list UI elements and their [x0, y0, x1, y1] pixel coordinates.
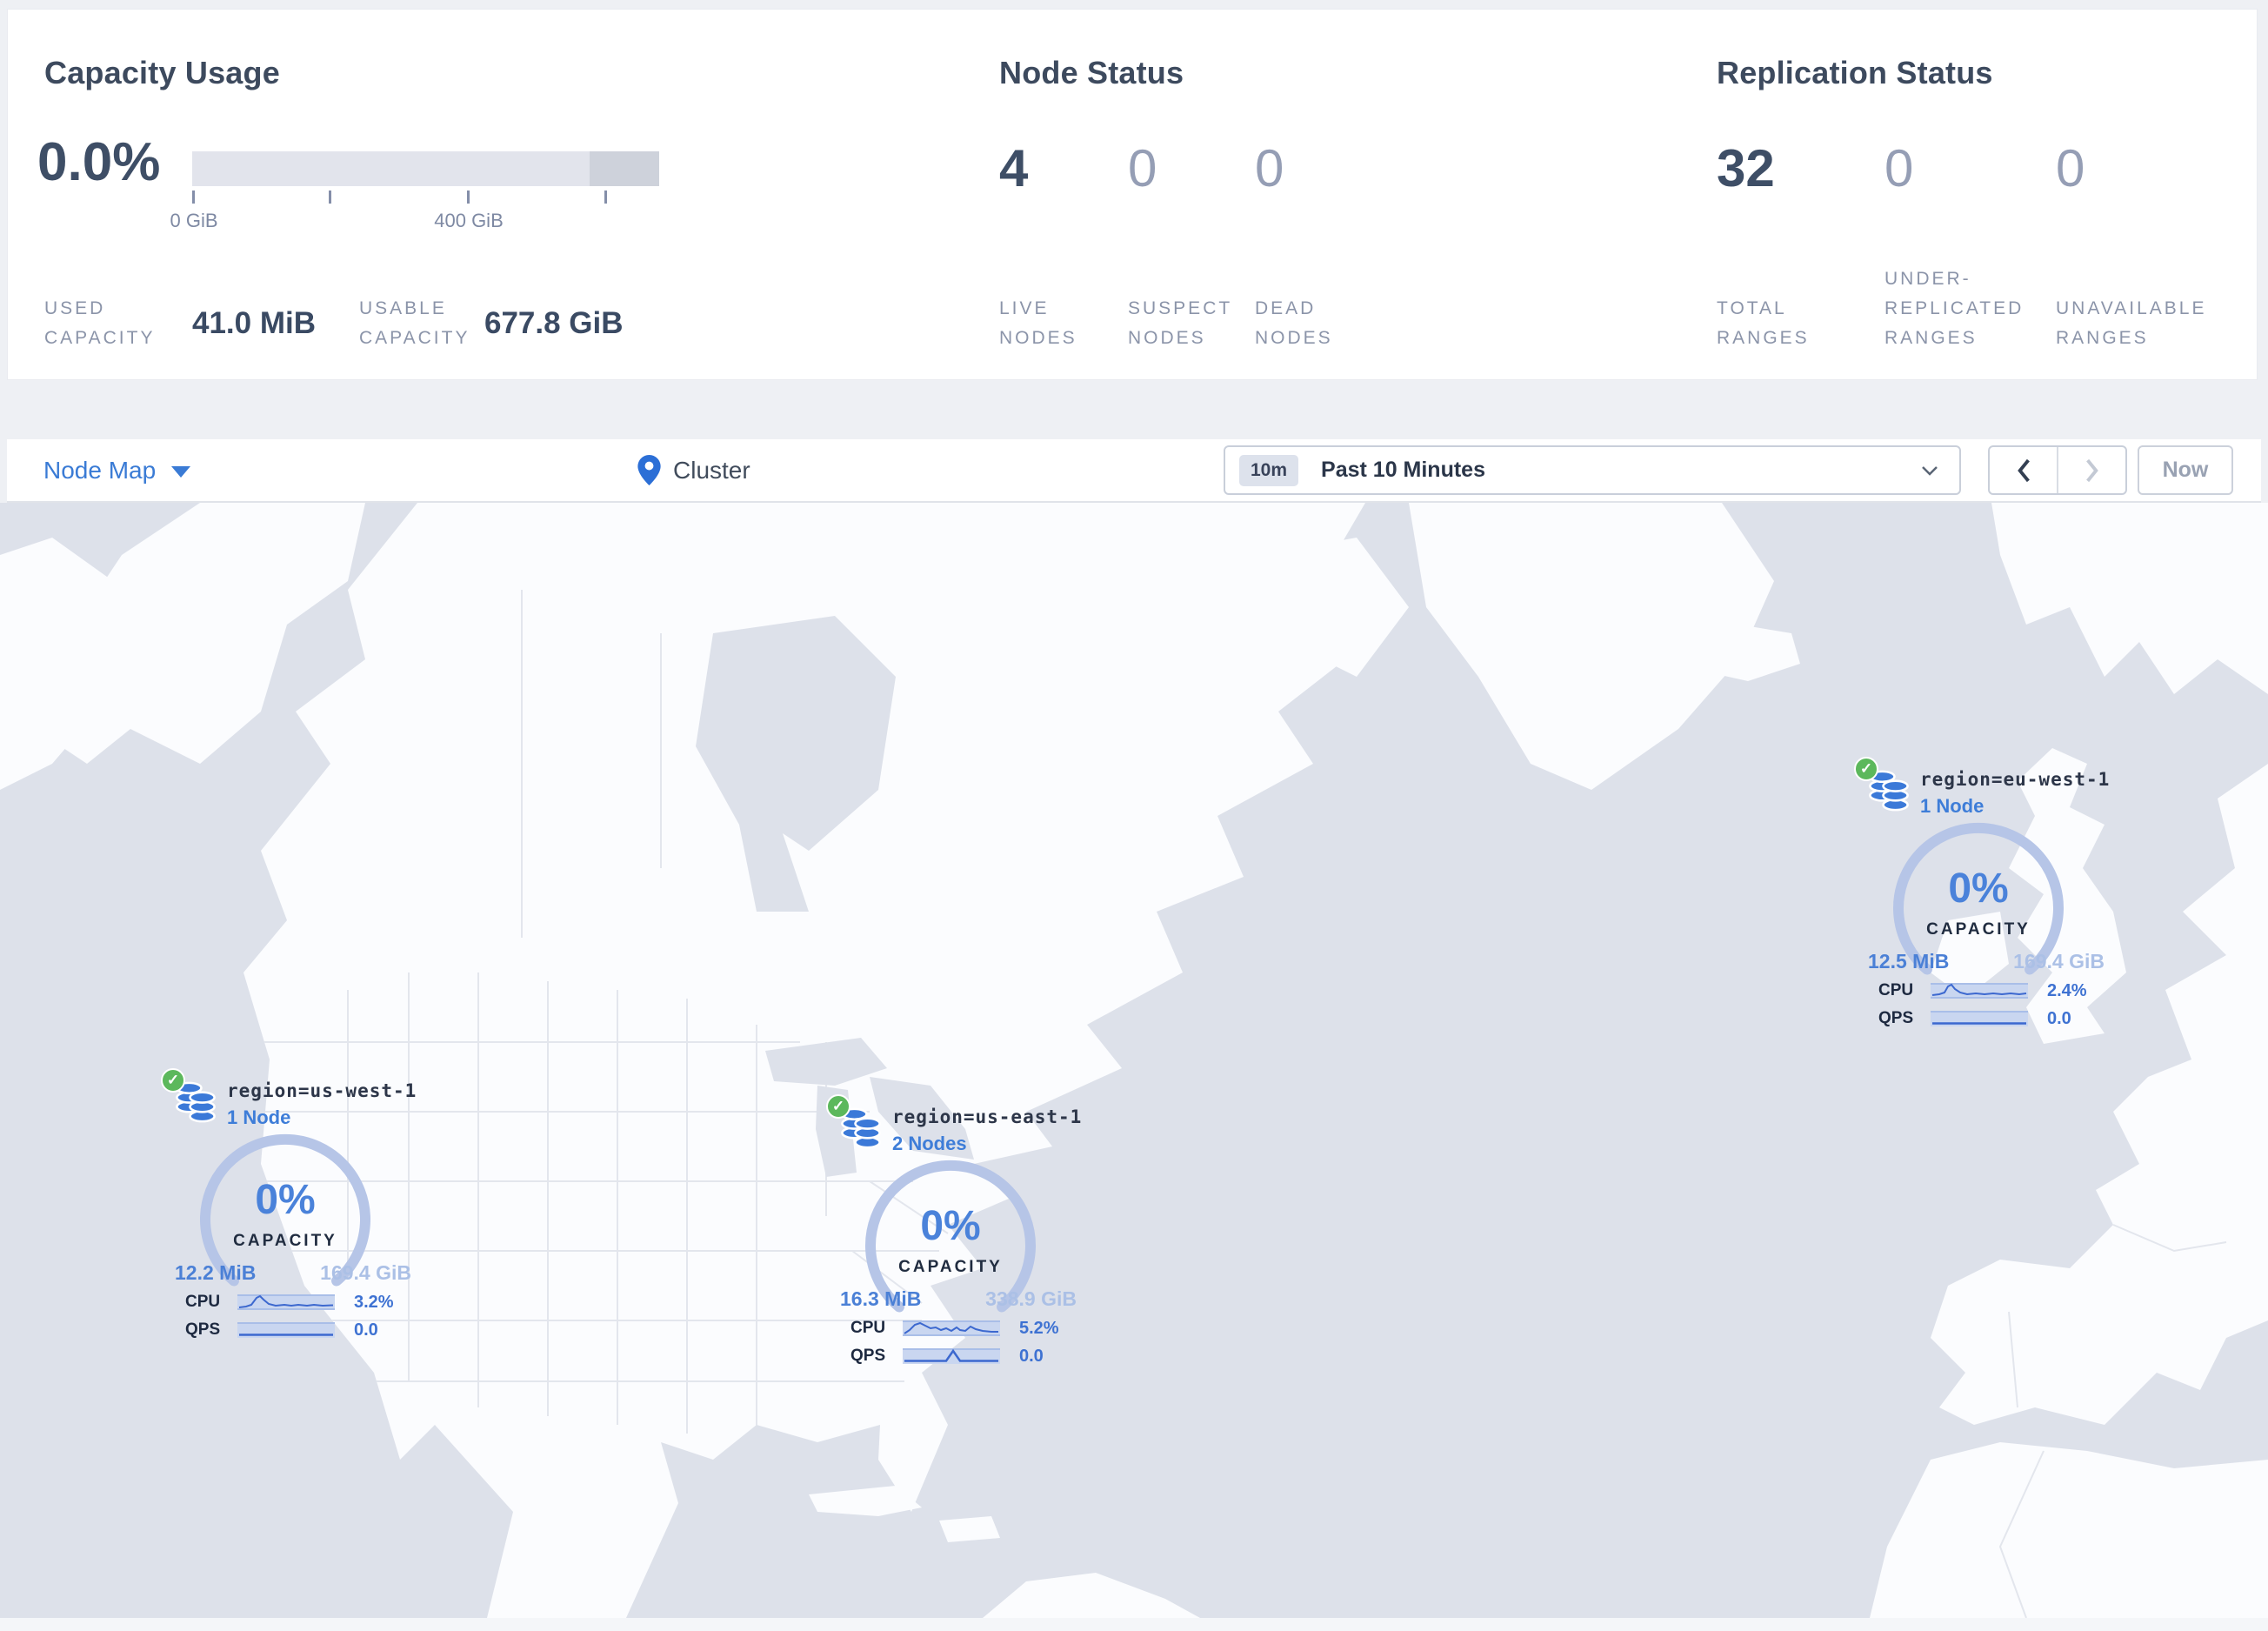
capacity-tick-400: 400 GiB [434, 210, 504, 231]
usable-capacity-label: USABLE CAPACITY [359, 298, 470, 348]
region-marker-us-east-1[interactable]: ✓ region=us-east-1 2 Nodes 0% CAPACITY 1… [826, 1094, 1087, 1373]
cpu-label: CPU [1878, 981, 1914, 999]
region-marker-eu-west-1[interactable]: ✓ region=eu-west-1 1 Node 0% CAPACITY 12… [1854, 757, 2115, 1035]
capacity-gauge-label: CAPACITY [1926, 920, 2031, 939]
qps-label: QPS [850, 1347, 886, 1365]
prev-time-button[interactable] [1990, 447, 2058, 493]
next-time-button[interactable] [2058, 447, 2125, 493]
qps-sparkline [903, 1348, 1000, 1364]
check-circle-icon: ✓ [161, 1068, 185, 1093]
time-window-badge: 10m [1239, 454, 1299, 486]
chevron-right-icon [2085, 458, 2098, 482]
dead-nodes-label: DEAD NODES [1255, 298, 1333, 348]
qps-label: QPS [1878, 1009, 1914, 1027]
region-name: region=eu-west-1 [1920, 769, 2111, 790]
region-used-capacity: 16.3 MiB [840, 1287, 922, 1310]
capacity-usage-title: Capacity Usage [44, 55, 280, 90]
node-status-title: Node Status [999, 55, 1184, 90]
region-name: region=us-east-1 [892, 1106, 1083, 1127]
map-pin-icon [637, 455, 661, 485]
live-nodes-label: LIVE NODES [999, 298, 1077, 348]
replication-status-title: Replication Status [1717, 55, 1993, 90]
region-name: region=us-west-1 [227, 1080, 417, 1101]
chevron-down-icon [171, 466, 191, 478]
usable-capacity-value: 677.8 GiB [484, 306, 624, 340]
map-toolbar: Node Map Cluster 10m Past 10 Minutes Now [7, 439, 2261, 503]
qps-value: 0.0 [354, 1320, 378, 1340]
qps-sparkline [237, 1322, 335, 1338]
under-replicated-label: UNDER- REPLICATED RANGES [1884, 269, 2025, 348]
qps-value: 0.0 [2047, 1008, 2071, 1028]
capacity-bar [192, 151, 659, 186]
region-total-capacity: 338.9 GiB [985, 1287, 1077, 1310]
now-button[interactable]: Now [2138, 445, 2233, 495]
breadcrumb-label: Cluster [673, 456, 750, 484]
view-selector-dropdown[interactable]: Node Map [43, 439, 191, 501]
cpu-label: CPU [850, 1319, 886, 1337]
capacity-gauge-label: CAPACITY [898, 1258, 1003, 1276]
capacity-gauge-percent: 0% [1948, 866, 2009, 912]
qps-label: QPS [185, 1320, 221, 1339]
used-capacity-value: 41.0 MiB [192, 306, 316, 340]
cpu-label: CPU [185, 1293, 221, 1311]
region-used-capacity: 12.2 MiB [175, 1261, 257, 1284]
cpu-sparkline [1931, 983, 2028, 999]
breadcrumb[interactable]: Cluster [637, 439, 750, 501]
region-node-count: 1 Node [227, 1106, 291, 1128]
suspect-nodes-count: 0 [1128, 139, 1157, 197]
check-circle-icon: ✓ [826, 1094, 850, 1119]
time-window-label: Past 10 Minutes [1321, 458, 1485, 482]
cpu-sparkline [903, 1320, 1000, 1336]
cpu-value: 2.4% [2047, 980, 2087, 1000]
region-node-count: 1 Node [1920, 795, 1984, 817]
capacity-tick-0: 0 GiB [170, 210, 218, 231]
region-total-capacity: 169.4 GiB [320, 1261, 411, 1284]
summary-bar: Capacity Usage 0.0% 0 GiB 400 GiB USED C… [7, 9, 2258, 380]
chevron-down-icon [1922, 465, 1938, 476]
capacity-gauge-percent: 0% [920, 1203, 981, 1249]
unavailable-count: 0 [2056, 139, 2085, 197]
node-map: ✓ region=us-west-1 1 Node 0% CAPACITY 12… [0, 503, 2268, 1618]
world-map [0, 503, 2268, 1618]
live-nodes-count: 4 [999, 139, 1029, 197]
qps-value: 0.0 [1019, 1346, 1044, 1366]
suspect-nodes-label: SUSPECT NODES [1128, 298, 1233, 348]
check-circle-icon: ✓ [1854, 757, 1878, 781]
total-ranges-count: 32 [1717, 139, 1775, 197]
view-selector-label: Node Map [43, 456, 157, 484]
unavailable-label: UNAVAILABLE RANGES [2056, 298, 2207, 348]
region-used-capacity: 12.5 MiB [1868, 950, 1950, 973]
capacity-gauge-percent: 0% [255, 1177, 316, 1223]
chevron-left-icon [2017, 458, 2030, 482]
total-ranges-label: TOTAL RANGES [1717, 298, 1810, 348]
cpu-value: 3.2% [354, 1292, 394, 1312]
dead-nodes-count: 0 [1255, 139, 1284, 197]
capacity-gauge-label: CAPACITY [233, 1232, 337, 1250]
capacity-percent: 0.0% [37, 132, 161, 192]
time-step-control [1988, 445, 2127, 495]
region-node-count: 2 Nodes [892, 1133, 967, 1154]
page-bottom-strip [0, 1618, 2268, 1631]
time-window-dropdown[interactable]: 10m Past 10 Minutes [1224, 445, 1961, 495]
region-marker-us-west-1[interactable]: ✓ region=us-west-1 1 Node 0% CAPACITY 12… [161, 1068, 422, 1347]
qps-sparkline [1931, 1011, 2028, 1026]
capacity-bar-reserved [590, 151, 659, 186]
cpu-sparkline [237, 1294, 335, 1310]
region-total-capacity: 169.4 GiB [2013, 950, 2105, 973]
used-capacity-label: USED CAPACITY [44, 298, 156, 348]
under-replicated-count: 0 [1884, 139, 1914, 197]
cpu-value: 5.2% [1019, 1318, 1059, 1338]
